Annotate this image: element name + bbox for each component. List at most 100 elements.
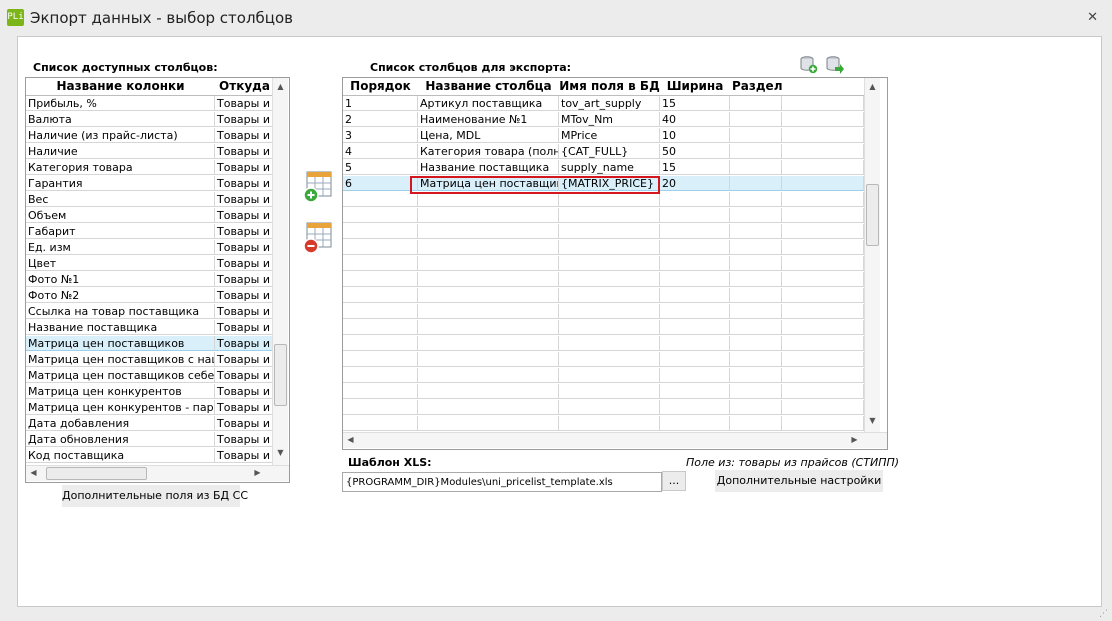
database-add-icon[interactable] [800,56,818,77]
table-row[interactable] [343,320,864,336]
scroll-down-arrow-icon[interactable]: ▼ [865,414,880,428]
scroll-right-arrow-icon[interactable]: ▶ [250,466,265,480]
list-item[interactable]: Наличие Товары и [26,144,274,160]
column-header-width[interactable]: Ширина [660,78,731,96]
table-row[interactable] [343,272,864,288]
list-item[interactable]: Матрица цен поставщиков себестоимТовары … [26,368,274,384]
list-item[interactable]: Объем Товары и [26,208,274,224]
list-item[interactable]: Дата обновления Товары и [26,432,274,448]
table-row[interactable] [343,368,864,384]
table-row[interactable]: 5 Название поставщика supply_name 15 [343,160,864,176]
list-item[interactable]: Вес Товары и [26,192,274,208]
table-row[interactable]: 2 Наименование №1 MTov_Nm 40 [343,112,864,128]
list-item[interactable]: Цвет Товары и [26,256,274,272]
column-header-db-field[interactable]: Имя поля в БД [559,78,661,96]
list-item[interactable]: Дата добавления Товары и [26,416,274,432]
additional-settings-button[interactable]: Дополнительные настройки [715,470,883,492]
scroll-down-arrow-icon[interactable]: ▼ [273,446,288,460]
column-name-cell: Габарит [26,224,215,239]
table-row[interactable] [343,336,864,352]
scroll-up-arrow-icon[interactable]: ▲ [865,80,880,94]
list-item[interactable]: Матрица цен поставщиков с наценкоТовары … [26,352,274,368]
list-item[interactable]: Матрица цен конкурентов Товары и [26,384,274,400]
width-cell: 40 [660,112,730,127]
available-columns-grid[interactable]: Название колонки Откуда Прибыль, % Товары… [25,77,290,483]
list-item[interactable]: Матрица цен конкурентов - парсер Товары и [26,400,274,416]
scrollbar-thumb[interactable] [866,184,879,246]
width-cell [660,368,730,383]
list-item[interactable]: Ед. изм Товары и [26,240,274,256]
add-column-icon[interactable] [303,171,333,206]
list-item[interactable]: Фото №2 Товары и [26,288,274,304]
order-cell [343,352,418,367]
list-item[interactable]: Матрица цен поставщиков Товары и [26,336,274,352]
column-header-order[interactable]: Порядок [343,78,419,96]
separator-cell [730,176,782,191]
source-cell: Товары и [215,272,274,287]
remove-column-icon[interactable] [303,222,333,257]
list-item[interactable]: Габарит Товары и [26,224,274,240]
separator-cell [730,208,782,223]
template-path-input[interactable]: {PROGRAMM_DIR}Modules\uni_pricelist_temp… [342,472,662,492]
close-icon[interactable]: ✕ [1087,10,1098,25]
export-vertical-scrollbar[interactable]: ▲ ▼ [864,78,880,432]
column-header-separator[interactable]: Раздели [730,78,785,96]
available-vertical-scrollbar[interactable]: ▲ ▼ [272,78,288,465]
table-row[interactable] [343,416,864,432]
separator-cell [730,288,782,303]
scroll-left-arrow-icon[interactable]: ◀ [26,466,41,480]
resize-grip-icon[interactable]: ⋰ [1099,609,1108,619]
extra-db-fields-button[interactable]: Дополнительные поля из БД СС [62,485,248,507]
list-item[interactable]: Название поставщика Товары и [26,320,274,336]
table-row[interactable] [343,400,864,416]
table-row[interactable]: 3 Цена, MDL MPrice 10 [343,128,864,144]
list-item[interactable]: Наличие (из прайс-листа) Товары и [26,128,274,144]
table-row[interactable] [343,192,864,208]
table-row[interactable] [343,384,864,400]
source-cell: Товары и [215,432,274,447]
list-item[interactable]: Код поставщика Товары и [26,448,274,464]
separator-cell [730,368,782,383]
export-columns-grid[interactable]: Порядок Название столбца Имя поля в БД Ш… [342,77,888,450]
table-row[interactable] [343,240,864,256]
width-cell: 15 [660,160,730,175]
empty-cell [782,240,864,255]
width-cell [660,208,730,223]
source-cell: Товары и [215,352,274,367]
empty-cell [782,368,864,383]
list-item[interactable]: Категория товара Товары и [26,160,274,176]
order-cell: 4 [343,144,418,159]
scrollbar-thumb[interactable] [274,344,287,406]
table-row[interactable]: 6Матрица цен поставщиков{MATRIX_PRICE}20 [343,176,864,192]
export-columns-label: Список столбцов для экспорта: [370,61,572,74]
browse-template-button[interactable]: ... [662,471,686,491]
available-horizontal-scrollbar[interactable]: ◀ ▶ [26,465,289,481]
table-row[interactable] [343,304,864,320]
table-row[interactable] [343,288,864,304]
table-row[interactable] [343,208,864,224]
column-header-column-name[interactable]: Название столбца [418,78,560,96]
export-horizontal-scrollbar[interactable]: ◀ ▶ [343,432,887,448]
list-item[interactable]: Валюта Товары и [26,112,274,128]
scrollbar-thumb[interactable] [46,467,147,480]
table-row[interactable] [343,352,864,368]
width-cell [660,400,730,415]
column-name-cell: Категория товара [26,160,215,175]
column-header-source[interactable]: Откуда [215,78,275,96]
table-row[interactable] [343,256,864,272]
db-field-cell [559,400,660,415]
scroll-up-arrow-icon[interactable]: ▲ [273,80,288,94]
empty-cell [782,112,864,127]
list-item[interactable]: Прибыль, % Товары и [26,96,274,112]
database-export-icon[interactable] [826,56,844,77]
table-row[interactable]: 4Категория товара (полная){CAT_FULL}50 [343,144,864,160]
list-item[interactable]: Фото №1 Товары и [26,272,274,288]
table-row[interactable]: 1 Артикул поставщика tov_art_supply 15 [343,96,864,112]
column-header-name[interactable]: Название колонки [26,78,216,96]
source-cell: Товары и [215,208,274,223]
table-row[interactable] [343,224,864,240]
scroll-left-arrow-icon[interactable]: ◀ [343,433,358,447]
list-item[interactable]: Гарантия Товары и [26,176,274,192]
list-item[interactable]: Ссылка на товар поставщика Товары и [26,304,274,320]
scroll-right-arrow-icon[interactable]: ▶ [847,433,862,447]
